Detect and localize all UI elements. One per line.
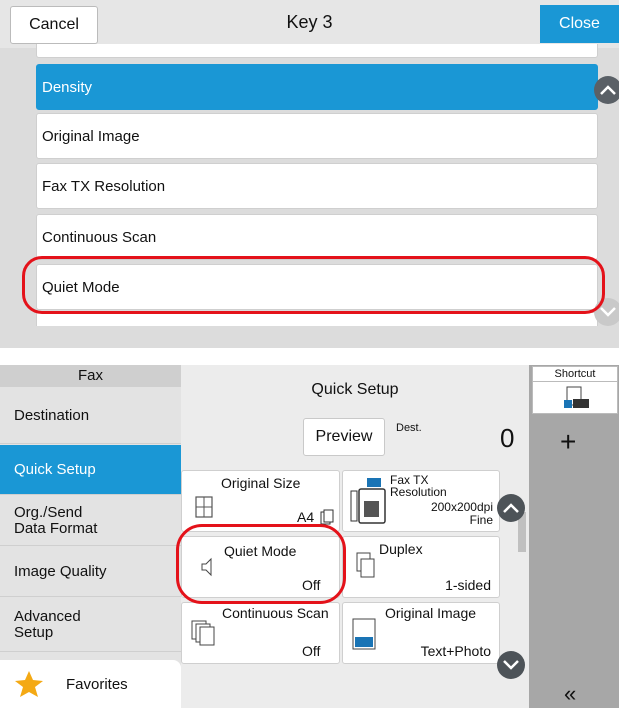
- nav-item-org-send-data-format[interactable]: Org./Send Data Format: [0, 496, 181, 546]
- nav-label: Org./Send Data Format: [14, 503, 98, 537]
- tile-label: Continuous Scan: [222, 605, 329, 621]
- shortcut-column: [529, 365, 619, 708]
- list-item-density[interactable]: Density: [36, 64, 598, 110]
- chevron-up-icon: [600, 85, 616, 95]
- tile-label: Duplex: [379, 541, 423, 557]
- shortcut-label: Shortcut: [533, 367, 617, 382]
- nav-header: Fax: [0, 365, 181, 387]
- preview-button[interactable]: Preview: [303, 418, 385, 456]
- tile-label: Fax TX Resolution: [390, 473, 447, 499]
- nav-item-image-quality[interactable]: Image Quality: [0, 547, 181, 597]
- highlight-oval: [22, 256, 605, 314]
- tile-value: Off: [302, 643, 321, 659]
- highlight-oval: [176, 524, 346, 604]
- tile-value: Text+Photo: [420, 643, 491, 659]
- favorites-button[interactable]: Favorites: [0, 660, 181, 708]
- list-item-partial-bottom: [36, 312, 598, 326]
- nav-label: Destination: [14, 406, 90, 424]
- scroll-up-button[interactable]: [497, 494, 525, 522]
- chevron-down-icon: [503, 660, 519, 670]
- close-button[interactable]: Close: [540, 5, 619, 43]
- original-size-icon: [195, 496, 213, 518]
- portrait-orientation-icon: [320, 509, 334, 525]
- nav-label: Quick Setup: [14, 460, 96, 478]
- tile-value: 1-sided: [445, 577, 491, 593]
- tile-label: Original Size: [221, 475, 301, 491]
- fax-resolution-icon: [350, 478, 386, 524]
- tile-original-size[interactable]: Original Size A4: [181, 470, 340, 532]
- tile-continuous-scan[interactable]: Continuous Scan Off: [181, 602, 340, 664]
- nav-label: Advanced Setup: [14, 607, 81, 641]
- duplex-icon: [356, 552, 375, 578]
- collapse-button[interactable]: «: [564, 681, 576, 707]
- tile-duplex[interactable]: Duplex 1-sided: [342, 536, 500, 598]
- list-item-continuous-scan[interactable]: Continuous Scan: [36, 214, 598, 260]
- scroll-down-button[interactable]: [497, 651, 525, 679]
- list-item-original-image[interactable]: Original Image: [36, 113, 598, 159]
- nav-item-quick-setup[interactable]: Quick Setup: [0, 445, 181, 495]
- list-item-partial[interactable]: [36, 44, 598, 58]
- star-icon: [15, 671, 43, 697]
- chevron-up-icon: [503, 503, 519, 513]
- favorites-label: Favorites: [66, 675, 128, 693]
- tile-original-image[interactable]: Original Image Text+Photo: [342, 602, 500, 664]
- chevron-down-icon: [600, 307, 616, 317]
- shortcut-icon: [564, 386, 589, 408]
- page-title: Key 3: [286, 12, 333, 32]
- nav-label: Image Quality: [14, 562, 107, 580]
- tile-value: A4: [297, 509, 315, 525]
- section-title: Quick Setup: [311, 381, 399, 398]
- original-image-icon: [352, 618, 376, 650]
- scroll-up-button[interactable]: [594, 76, 619, 104]
- dest-count: 0: [500, 423, 515, 453]
- nav-item-advanced-setup[interactable]: Advanced Setup: [0, 598, 181, 652]
- tile-value: 200x200dpi Fine: [430, 500, 493, 527]
- dest-label: Dest.: [396, 422, 422, 434]
- tile-fax-tx-resolution[interactable]: Fax TX Resolution 200x200dpi Fine: [342, 470, 500, 532]
- nav-item-destination[interactable]: Destination: [0, 388, 181, 444]
- tile-label: Original Image: [385, 605, 477, 621]
- list-item-fax-tx-resolution[interactable]: Fax TX Resolution: [36, 163, 598, 209]
- continuous-scan-icon: [191, 620, 215, 646]
- shortcut-button[interactable]: Shortcut: [532, 366, 618, 414]
- add-shortcut-button[interactable]: +: [560, 426, 576, 458]
